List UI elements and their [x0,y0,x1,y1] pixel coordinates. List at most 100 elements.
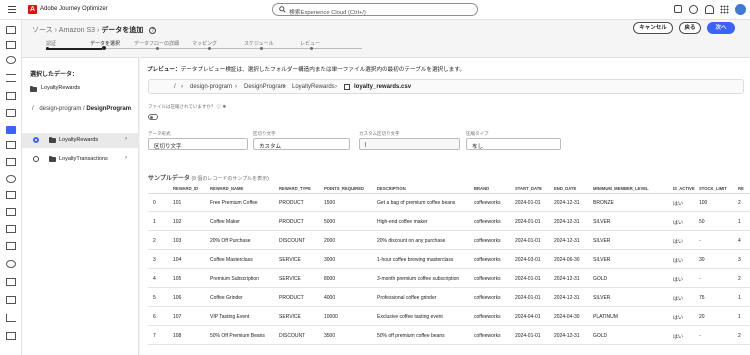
delimiter-select[interactable]: カスタム ⌄ [253,138,350,150]
schema-icon[interactable] [6,141,16,149]
path-design-program[interactable]: design-program [190,84,232,90]
table-row: 2 103 20% Off Purchase DISCOUNT 2000 20% disc… [148,232,750,250]
folder-path: / design-program / DesignProgram [32,106,132,112]
column-header: REWARD_NAME [210,186,244,191]
table-cell: 3000 [324,257,336,263]
alerts-icon[interactable] [6,260,16,268]
table-cell: 103 [173,238,182,244]
table-cell: 1 [738,295,741,301]
table-cell: Professional coffee grinder [377,295,437,301]
help-icon[interactable] [689,5,698,14]
table-cell: PLATINUM [593,314,618,320]
list-item-loyaltyrewards[interactable]: LoyaltyRewards › [22,133,139,148]
table-cell: 2 [738,200,741,206]
table-header: REWARD_ID REWARD_NAME REWARD_TYPE POINTS_RE… [148,184,750,194]
step-line-pending [102,48,362,49]
next-button[interactable]: 次へ [707,22,735,34]
table-cell: 2024-12-31 [554,295,580,301]
table-cell: PRODUCT [279,200,304,206]
table-cell: Exclusive coffee tasting event [377,314,443,320]
search-input[interactable]: 検索Experience Cloud (Ctrl+/) [272,3,478,16]
table-cell: はい [673,220,684,226]
table-cell: 102 [173,219,182,225]
table-cell: VIP Tasting Event [210,314,250,320]
analytics-icon[interactable] [6,314,16,322]
bell-icon[interactable] [705,5,714,14]
compressed-toggle[interactable] [148,114,158,120]
table-cell: 101 [173,200,182,206]
table-cell: はい [673,315,684,321]
radio-selected[interactable] [33,137,39,143]
table-cell: GOLD [593,333,608,339]
table-cell: coffeeworks [474,333,501,339]
table-row: 6 107 VIP Tasting Event SERVICE 10000 Exclusi… [148,308,750,326]
workflow-icon[interactable] [6,74,16,82]
sources-icon[interactable] [6,126,16,134]
table-cell: 106 [173,295,182,301]
table-cell: - [699,333,701,339]
queries-icon[interactable] [6,225,16,233]
back-button[interactable]: 戻る [679,22,701,34]
folder-icon [30,85,37,92]
custom-delimiter-input[interactable]: | [359,138,460,150]
path-designprogram[interactable]: DesignProgram [244,84,286,90]
announce-icon[interactable] [674,5,682,13]
journey-icon[interactable] [6,56,16,64]
identities-icon[interactable] [6,208,16,216]
home-icon[interactable] [6,26,16,34]
table-cell: 2024-01-01 [515,219,541,225]
decisions-icon[interactable] [6,109,16,117]
table-cell: はい [673,277,684,283]
path-loyaltyrewards[interactable]: LoyaltyRewards [292,84,335,90]
profile-icon[interactable] [6,175,16,183]
table-cell: 1-hour coffee brewing masterclass [377,257,454,263]
table-cell: 2024-01-01 [515,238,541,244]
cancel-button[interactable]: キャンセル [633,22,673,34]
path-design-program[interactable]: design-program [39,106,81,112]
content-icon[interactable] [6,92,16,100]
help-icon[interactable]: ? [149,26,157,34]
chevron-right-icon[interactable]: › [125,155,127,161]
table-cell: SERVICE [279,276,301,282]
apps-icon[interactable] [720,5,729,14]
page-title: データを追加 [101,27,144,34]
delimiter-label: 区切り文字 [253,131,276,136]
table-cell: 7 [153,333,156,339]
table-row: 7 108 50% Off Premium Beans DISCOUNT 3500 50%… [148,327,750,345]
table-cell: Coffee Maker [210,219,240,225]
table-cell: DISCOUNT [279,333,306,339]
step-schedule: スケジュール [244,41,274,47]
data-format-select[interactable]: 区切り文字 ⌄ [148,138,248,150]
table-cell: 2024-12-31 [554,219,580,225]
reports-icon[interactable] [6,296,16,304]
monitoring-icon[interactable] [6,242,16,250]
info-icon[interactable]: ⓘ [217,104,222,109]
segments-icon[interactable] [6,191,16,199]
path-designprogram[interactable]: DesignProgram [86,106,131,112]
table-cell: 4 [153,276,156,282]
table-cell: 5000 [324,219,336,225]
table-cell: 3 [738,257,741,263]
menu-icon[interactable] [8,6,16,13]
dataset-icon[interactable] [6,158,16,166]
campaign-icon[interactable] [6,41,16,49]
table-cell: BRONZE [593,200,614,206]
search-placeholder: 検索Experience Cloud (Ctrl+/) [289,9,366,16]
table-cell: 1500 [324,200,336,206]
table-cell: 3 [153,257,156,263]
channels-icon[interactable] [6,278,16,286]
breadcrumb-amazon-s3[interactable]: Amazon S3 [59,27,95,34]
column-header: MINIMUM_MEMBER_LEVEL [593,186,649,191]
compression-type-select[interactable]: なし ⌄ [466,138,561,150]
table-cell: 20% discount on any purchase [377,238,446,244]
table-cell: 2024-01-01 [515,333,541,339]
table-cell: 2024-06-30 [554,257,580,263]
breadcrumb-sources[interactable]: ソース [32,27,53,34]
radio-unselected[interactable] [33,156,39,162]
chevron-right-icon[interactable]: › [125,136,127,142]
table-cell: 20 [699,314,705,320]
avatar[interactable] [735,4,746,15]
table-cell: 2024-04-01 [515,314,541,320]
list-item-loyaltytransactions[interactable]: LoyaltyTransactions › [22,152,139,167]
admin-icon[interactable] [6,332,16,340]
